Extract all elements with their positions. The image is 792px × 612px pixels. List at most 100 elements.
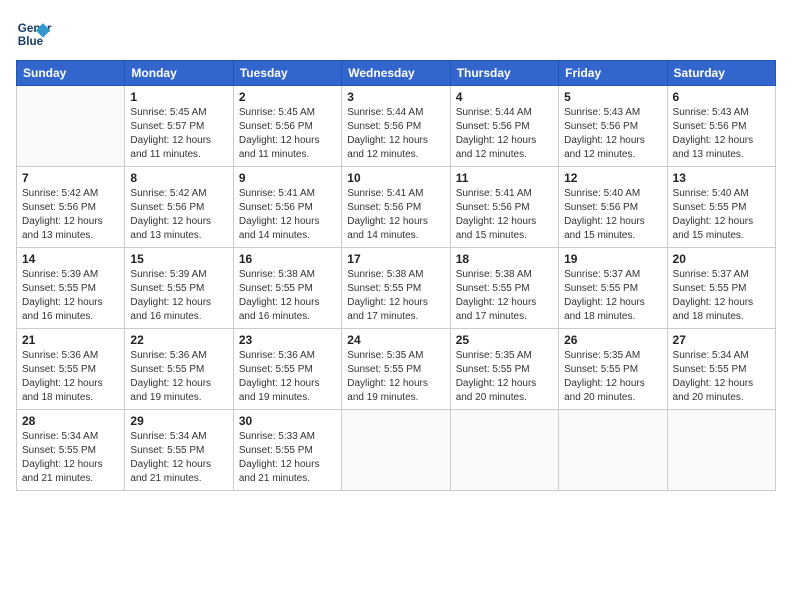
- day-number: 29: [130, 414, 227, 428]
- day-number: 15: [130, 252, 227, 266]
- day-info: Sunrise: 5:43 AM Sunset: 5:56 PM Dayligh…: [673, 106, 770, 162]
- calendar-cell: [342, 410, 450, 491]
- day-number: 18: [456, 252, 553, 266]
- calendar-cell: 22Sunrise: 5:36 AM Sunset: 5:55 PM Dayli…: [125, 329, 233, 410]
- day-info: Sunrise: 5:41 AM Sunset: 5:56 PM Dayligh…: [239, 187, 336, 243]
- calendar-week-5: 28 Sunrise: 5:34 AM Sunset: 5:55 PM Dayli…: [17, 410, 776, 491]
- day-number: 12: [564, 171, 661, 185]
- day-number: 7: [22, 171, 119, 185]
- day-info: Sunrise: 5:34 AM Sunset: 5:55 PM Dayligh…: [673, 349, 770, 405]
- day-info: Sunrise: 5:43 AM Sunset: 5:56 PM Dayligh…: [564, 106, 661, 162]
- day-info: Sunrise: 5:34 AM Sunset: 5:55 PM Dayligh…: [22, 430, 119, 486]
- day-number: 27: [673, 333, 770, 347]
- calendar-cell: 6 Sunrise: 5:43 AM Sunset: 5:56 PM Daylig…: [667, 86, 775, 167]
- calendar-cell: 24 Sunrise: 5:35 AM Sunset: 5:55 PM Dayli…: [342, 329, 450, 410]
- day-number: 5: [564, 90, 661, 104]
- calendar-cell: [559, 410, 667, 491]
- calendar-cell: 7 Sunrise: 5:42 AM Sunset: 5:56 PM Daylig…: [17, 167, 125, 248]
- day-info: Sunrise: 5:37 AM Sunset: 5:55 PM Dayligh…: [564, 268, 661, 324]
- day-number: 26: [564, 333, 661, 347]
- day-info: Sunrise: 5:34 AM Sunset: 5:55 PM Dayligh…: [130, 430, 227, 486]
- day-number: 3: [347, 90, 444, 104]
- day-info: Sunrise: 5:39 AM Sunset: 5:55 PM Dayligh…: [22, 268, 119, 324]
- day-number: 22: [130, 333, 227, 347]
- calendar-table: SundayMondayTuesdayWednesdayThursdayFrid…: [16, 60, 776, 491]
- day-info: Sunrise: 5:33 AM Sunset: 5:55 PM Dayligh…: [239, 430, 336, 486]
- day-info: Sunrise: 5:39 AM Sunset: 5:55 PM Dayligh…: [130, 268, 227, 324]
- day-info: Sunrise: 5:38 AM Sunset: 5:55 PM Dayligh…: [239, 268, 336, 324]
- svg-text:Blue: Blue: [18, 35, 44, 48]
- day-number: 1: [130, 90, 227, 104]
- calendar-cell: 19 Sunrise: 5:37 AM Sunset: 5:55 PM Dayli…: [559, 248, 667, 329]
- calendar-cell: 1 Sunrise: 5:45 AM Sunset: 5:57 PM Daylig…: [125, 86, 233, 167]
- day-info: Sunrise: 5:44 AM Sunset: 5:56 PM Dayligh…: [347, 106, 444, 162]
- day-number: 21: [22, 333, 119, 347]
- day-number: 25: [456, 333, 553, 347]
- weekday-header-thursday: Thursday: [450, 61, 558, 86]
- header: General Blue: [16, 16, 776, 52]
- day-number: 6: [673, 90, 770, 104]
- day-info: Sunrise: 5:45 AM Sunset: 5:57 PM Dayligh…: [130, 106, 227, 162]
- calendar-cell: 18 Sunrise: 5:38 AM Sunset: 5:55 PM Dayli…: [450, 248, 558, 329]
- calendar-cell: 2 Sunrise: 5:45 AM Sunset: 5:56 PM Daylig…: [233, 86, 341, 167]
- calendar-cell: 28 Sunrise: 5:34 AM Sunset: 5:55 PM Dayli…: [17, 410, 125, 491]
- weekday-header-monday: Monday: [125, 61, 233, 86]
- calendar-week-3: 14Sunrise: 5:39 AM Sunset: 5:55 PM Dayli…: [17, 248, 776, 329]
- calendar-cell: [667, 410, 775, 491]
- calendar-cell: 4 Sunrise: 5:44 AM Sunset: 5:56 PM Daylig…: [450, 86, 558, 167]
- day-info: Sunrise: 5:42 AM Sunset: 5:56 PM Dayligh…: [130, 187, 227, 243]
- weekday-header-saturday: Saturday: [667, 61, 775, 86]
- day-number: 17: [347, 252, 444, 266]
- day-info: Sunrise: 5:38 AM Sunset: 5:55 PM Dayligh…: [456, 268, 553, 324]
- day-number: 9: [239, 171, 336, 185]
- calendar-week-1: 1 Sunrise: 5:45 AM Sunset: 5:57 PM Daylig…: [17, 86, 776, 167]
- day-number: 28: [22, 414, 119, 428]
- day-info: Sunrise: 5:36 AM Sunset: 5:55 PM Dayligh…: [22, 349, 119, 405]
- calendar-body: 1 Sunrise: 5:45 AM Sunset: 5:57 PM Daylig…: [17, 86, 776, 491]
- day-number: 24: [347, 333, 444, 347]
- day-info: Sunrise: 5:35 AM Sunset: 5:55 PM Dayligh…: [564, 349, 661, 405]
- calendar-cell: 12 Sunrise: 5:40 AM Sunset: 5:56 PM Dayli…: [559, 167, 667, 248]
- calendar-cell: 16 Sunrise: 5:38 AM Sunset: 5:55 PM Dayli…: [233, 248, 341, 329]
- calendar-week-2: 7 Sunrise: 5:42 AM Sunset: 5:56 PM Daylig…: [17, 167, 776, 248]
- calendar-cell: 27 Sunrise: 5:34 AM Sunset: 5:55 PM Dayli…: [667, 329, 775, 410]
- day-info: Sunrise: 5:37 AM Sunset: 5:55 PM Dayligh…: [673, 268, 770, 324]
- day-number: 2: [239, 90, 336, 104]
- day-info: Sunrise: 5:45 AM Sunset: 5:56 PM Dayligh…: [239, 106, 336, 162]
- calendar-cell: 29 Sunrise: 5:34 AM Sunset: 5:55 PM Dayli…: [125, 410, 233, 491]
- logo: General Blue: [16, 16, 56, 52]
- calendar-cell: 30 Sunrise: 5:33 AM Sunset: 5:55 PM Dayli…: [233, 410, 341, 491]
- day-number: 8: [130, 171, 227, 185]
- day-info: Sunrise: 5:35 AM Sunset: 5:55 PM Dayligh…: [456, 349, 553, 405]
- calendar-cell: 10Sunrise: 5:41 AM Sunset: 5:56 PM Dayli…: [342, 167, 450, 248]
- weekday-header-sunday: Sunday: [17, 61, 125, 86]
- day-number: 13: [673, 171, 770, 185]
- day-info: Sunrise: 5:40 AM Sunset: 5:56 PM Dayligh…: [564, 187, 661, 243]
- calendar-cell: [17, 86, 125, 167]
- calendar-cell: 17 Sunrise: 5:38 AM Sunset: 5:55 PM Dayli…: [342, 248, 450, 329]
- day-number: 19: [564, 252, 661, 266]
- calendar-cell: 26 Sunrise: 5:35 AM Sunset: 5:55 PM Dayli…: [559, 329, 667, 410]
- calendar-week-4: 21 Sunrise: 5:36 AM Sunset: 5:55 PM Dayli…: [17, 329, 776, 410]
- calendar-cell: 14Sunrise: 5:39 AM Sunset: 5:55 PM Dayli…: [17, 248, 125, 329]
- day-number: 11: [456, 171, 553, 185]
- day-number: 20: [673, 252, 770, 266]
- day-info: Sunrise: 5:42 AM Sunset: 5:56 PM Dayligh…: [22, 187, 119, 243]
- day-number: 4: [456, 90, 553, 104]
- calendar-cell: 20 Sunrise: 5:37 AM Sunset: 5:55 PM Dayli…: [667, 248, 775, 329]
- calendar-cell: 5 Sunrise: 5:43 AM Sunset: 5:56 PM Daylig…: [559, 86, 667, 167]
- calendar-cell: 25 Sunrise: 5:35 AM Sunset: 5:55 PM Dayli…: [450, 329, 558, 410]
- calendar-cell: 15 Sunrise: 5:39 AM Sunset: 5:55 PM Dayli…: [125, 248, 233, 329]
- calendar-cell: [450, 410, 558, 491]
- calendar-cell: 23Sunrise: 5:36 AM Sunset: 5:55 PM Dayli…: [233, 329, 341, 410]
- calendar-cell: 8 Sunrise: 5:42 AM Sunset: 5:56 PM Daylig…: [125, 167, 233, 248]
- day-number: 23: [239, 333, 336, 347]
- calendar-cell: 3 Sunrise: 5:44 AM Sunset: 5:56 PM Daylig…: [342, 86, 450, 167]
- day-info: Sunrise: 5:40 AM Sunset: 5:55 PM Dayligh…: [673, 187, 770, 243]
- day-info: Sunrise: 5:35 AM Sunset: 5:55 PM Dayligh…: [347, 349, 444, 405]
- day-number: 16: [239, 252, 336, 266]
- calendar-cell: 11Sunrise: 5:41 AM Sunset: 5:56 PM Dayli…: [450, 167, 558, 248]
- day-info: Sunrise: 5:38 AM Sunset: 5:55 PM Dayligh…: [347, 268, 444, 324]
- day-number: 30: [239, 414, 336, 428]
- day-info: Sunrise: 5:44 AM Sunset: 5:56 PM Dayligh…: [456, 106, 553, 162]
